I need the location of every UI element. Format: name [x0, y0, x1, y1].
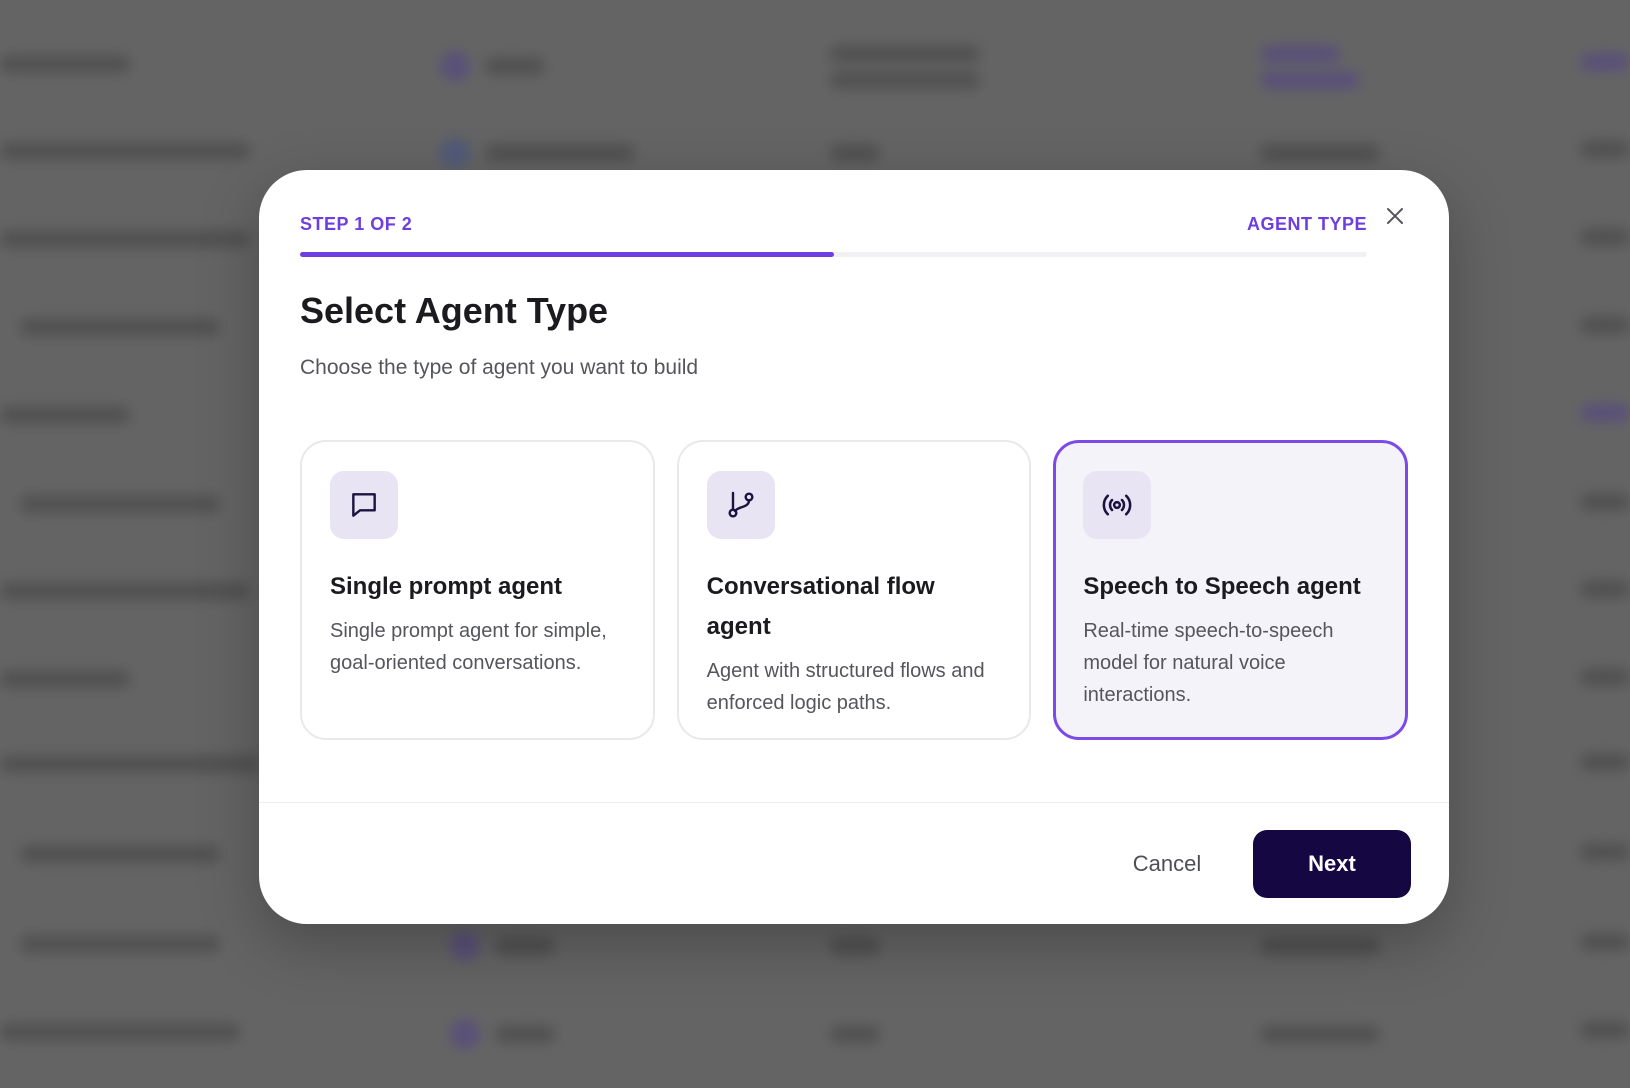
close-button[interactable] [1379, 200, 1411, 232]
card-description: Real-time speech-to-speech model for nat… [1083, 620, 1334, 706]
step-indicator: STEP 1 OF 2 [300, 214, 413, 234]
step-name: AGENT TYPE [1246, 214, 1367, 234]
card-title: Single prompt agent [330, 573, 563, 600]
select-agent-type-dialog: STEP 1 OF 2 AGENT TYPE Select Agent Type… [259, 170, 1449, 924]
agent-type-card-conversational-flow[interactable]: Conversational flow agent Agent with str… [676, 440, 1032, 740]
broadcast-icon [1103, 494, 1132, 516]
dialog-subtitle: Choose the type of agent you want to bui… [300, 356, 699, 379]
close-icon [1387, 208, 1403, 224]
progress-fill [300, 252, 834, 257]
chat-bubble-icon [352, 493, 376, 517]
next-button[interactable]: Next [1253, 830, 1411, 898]
footer-divider [259, 802, 1449, 803]
progress-bar [300, 252, 1367, 257]
card-description: Agent with structured flows and enforced… [706, 660, 985, 714]
agent-type-options: Single prompt agent Single prompt agent … [300, 440, 1409, 740]
card-title: Conversational flow agent [706, 573, 935, 640]
git-branch-icon [728, 491, 754, 518]
agent-type-card-speech-to-speech[interactable]: Speech to Speech agent Real-time speech-… [1053, 440, 1409, 740]
card-description: Single prompt agent for simple, goal-ori… [330, 620, 607, 674]
dialog-title: Select Agent Type [300, 290, 609, 331]
card-title: Speech to Speech agent [1083, 573, 1361, 600]
cancel-button[interactable]: Cancel [1102, 830, 1232, 898]
agent-type-card-single-prompt[interactable]: Single prompt agent Single prompt agent … [300, 440, 655, 740]
